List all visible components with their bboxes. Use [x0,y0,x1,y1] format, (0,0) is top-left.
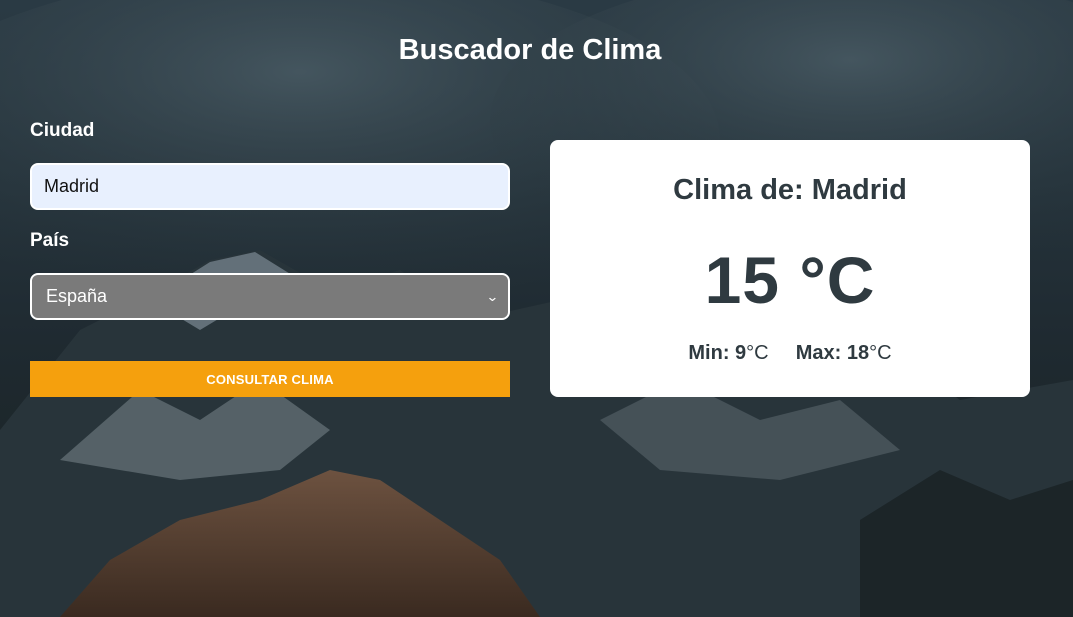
max-unit: °C [869,342,892,364]
weather-heading: Clima de: Madrid [673,174,907,206]
page-title: Buscador de Clima [398,34,662,66]
max-label: Max: [795,342,842,364]
consult-weather-button[interactable]: CONSULTAR CLIMA [30,361,510,397]
city-input[interactable] [30,163,510,210]
country-select[interactable]: España ⌄ [30,273,510,320]
max-value: 18 [846,342,870,364]
city-label: Ciudad [30,120,95,141]
min-value: 9 [735,342,747,364]
country-label: País [30,230,70,251]
min-unit: °C [746,342,769,364]
current-temperature: 15 °C [704,243,876,317]
country-select-value: España [46,286,108,306]
weather-result-card: Clima de: Madrid 15 °C Min: 9°C Max: 18°… [550,140,1030,397]
chevron-down-icon: ⌄ [486,288,500,304]
min-max-temperature: Min: 9°C Max: 18°C [550,342,1030,365]
min-label: Min: [688,342,730,364]
